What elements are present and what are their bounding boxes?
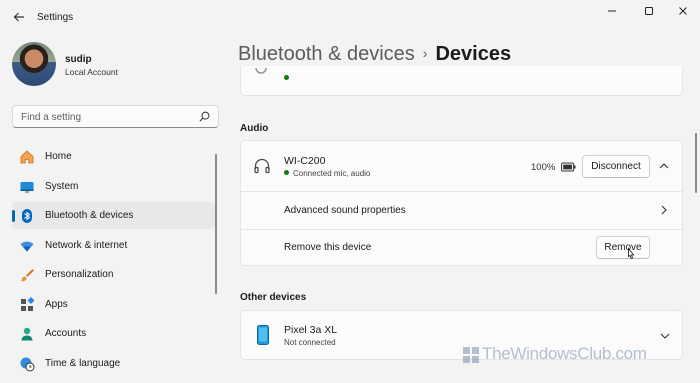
globe-clock-icon — [20, 357, 35, 371]
maximize-icon — [645, 7, 653, 15]
wifi-icon — [20, 241, 34, 251]
battery-icon — [561, 162, 576, 172]
device-status-text: Connected mic, audio — [293, 169, 371, 178]
mouse-cursor-icon — [628, 247, 635, 260]
minimize-button[interactable] — [600, 4, 624, 22]
phone-icon — [257, 325, 269, 345]
watermark-text: TheWindowsClub.com — [482, 344, 647, 363]
battery-level: 100% — [531, 162, 556, 173]
chevron-down-icon[interactable] — [660, 332, 670, 340]
device-name: WI-C200 — [284, 155, 326, 167]
close-button[interactable] — [671, 4, 695, 22]
device-icon — [255, 68, 267, 74]
chevron-right-icon — [661, 205, 667, 215]
search-input[interactable] — [21, 110, 191, 124]
device-name: Pixel 3a XL — [284, 324, 338, 336]
search-box[interactable] — [12, 105, 219, 128]
previous-device-card — [240, 66, 683, 96]
app-title: Settings — [37, 12, 74, 23]
home-icon — [20, 150, 34, 164]
arrow-left-icon — [13, 12, 24, 22]
device-status: Connected mic, audio — [284, 169, 370, 178]
maximize-button[interactable] — [637, 4, 661, 22]
sidebar-item-label: Personalization — [45, 269, 114, 280]
sidebar-scrollbar[interactable] — [215, 154, 217, 294]
sidebar-item-label: Bluetooth & devices — [45, 210, 134, 221]
page-title: Devices — [435, 43, 512, 65]
minimize-icon — [608, 10, 616, 12]
search-icon[interactable] — [199, 111, 210, 122]
close-icon — [679, 7, 687, 15]
sidebar-item-system[interactable]: System — [12, 173, 215, 200]
headphones-icon — [254, 158, 270, 174]
remove-button[interactable]: Remove — [596, 236, 650, 259]
apps-icon — [21, 296, 35, 311]
section-title-other-devices: Other devices — [240, 292, 307, 303]
sidebar-nav: Home System Bluetooth & devices Network … — [12, 143, 215, 379]
divider — [241, 229, 682, 230]
remove-device-label: Remove this device — [284, 242, 372, 253]
sidebar-item-apps[interactable]: Apps — [12, 291, 215, 318]
back-button[interactable] — [8, 6, 30, 28]
sidebar-item-label: Network & internet — [45, 239, 128, 251]
advanced-sound-label: Advanced sound properties — [284, 205, 406, 216]
disconnect-button[interactable]: Disconnect — [582, 155, 650, 178]
sidebar-item-network[interactable]: Network & internet — [12, 232, 215, 259]
sidebar-item-bluetooth-devices[interactable]: Bluetooth & devices — [12, 202, 215, 229]
main-scrollbar[interactable] — [695, 133, 697, 193]
account-type: Local Account — [65, 67, 118, 77]
breadcrumb-separator: › — [422, 45, 428, 61]
sidebar-item-time-language[interactable]: Time & language — [12, 350, 215, 377]
sidebar-item-accounts[interactable]: Accounts — [12, 320, 215, 347]
breadcrumb-parent[interactable]: Bluetooth & devices — [238, 43, 415, 65]
watermark: TheWindowsClub.com — [462, 344, 647, 364]
sidebar-item-home[interactable]: Home — [12, 143, 215, 170]
title-bar: Settings — [0, 0, 700, 36]
advanced-sound-row[interactable]: Advanced sound properties — [241, 192, 682, 229]
bluetooth-icon — [22, 209, 32, 223]
sidebar-item-label: Time & language — [45, 357, 121, 369]
sidebar-item-label: System — [45, 180, 79, 192]
chevron-up-icon[interactable] — [659, 162, 669, 170]
connected-dot — [284, 170, 289, 175]
sidebar-item-personalization[interactable]: Personalization — [12, 261, 215, 288]
sidebar-item-label: Home — [45, 151, 72, 162]
sidebar-item-label: Accounts — [45, 328, 87, 339]
brush-icon — [20, 269, 34, 282]
section-title-audio: Audio — [240, 123, 269, 134]
user-name: sudip — [65, 54, 92, 65]
person-icon — [21, 327, 33, 341]
status-dot — [284, 75, 289, 80]
avatar — [12, 42, 56, 86]
monitor-icon — [20, 181, 34, 192]
device-status: Not connected — [284, 338, 336, 347]
sidebar-item-label: Apps — [45, 298, 68, 310]
breadcrumb: Bluetooth & devices › Devices — [238, 43, 511, 66]
